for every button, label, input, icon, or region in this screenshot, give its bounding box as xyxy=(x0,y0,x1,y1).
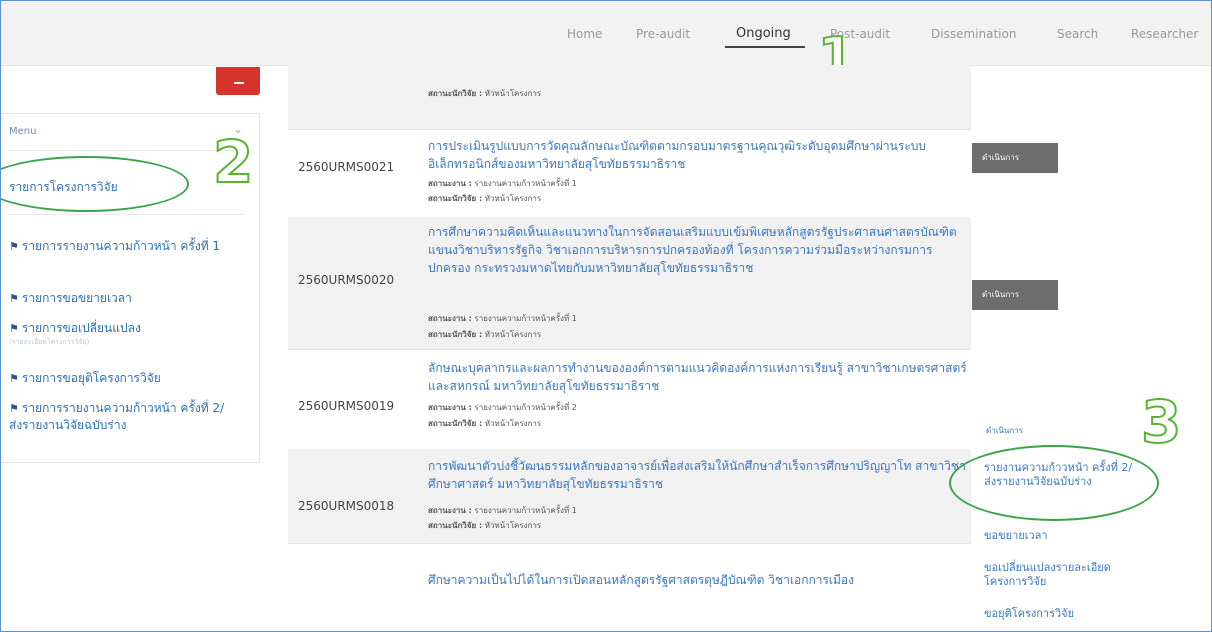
nav-home[interactable]: Home xyxy=(567,27,602,41)
highlight-ellipse xyxy=(949,445,1159,521)
flag-icon: ⚑ xyxy=(9,240,19,253)
sidebar-item-sublabel: (รายละเอียดโครงการวิจัย) xyxy=(9,338,90,346)
collapse-menu-button[interactable] xyxy=(216,67,260,95)
sidebar-item-terminate[interactable]: ⚑ รายการขอยุติโครงการวิจัย xyxy=(9,370,237,387)
divider xyxy=(9,150,245,151)
menu-label: Menu xyxy=(9,126,37,137)
table-row: 2560URMS0019 ลักษณะบุคลากรและผลการทำงานข… xyxy=(288,349,971,450)
nav-dissemination[interactable]: Dissemination xyxy=(931,27,1016,41)
project-code: 2560URMS0019 xyxy=(298,399,395,413)
dropdown-item-change[interactable]: ขอเปลี่ยนแปลงรายละเอียดโครงการวิจัย xyxy=(984,561,1134,589)
nav-ongoing[interactable]: Ongoing xyxy=(736,26,791,41)
annotation-2: 2 xyxy=(212,128,254,196)
project-code: 2560URMS0021 xyxy=(298,160,395,174)
flag-icon: ⚑ xyxy=(9,402,19,415)
nav-researcher[interactable]: Researcher xyxy=(1131,27,1198,41)
work-status: สถานะงาน : รายงานความก้าวหน้าครั้งที่ 1 xyxy=(428,314,577,323)
table-row: สถานะนักวิจัย : หัวหน้าโครงการ xyxy=(288,65,971,130)
sidebar-item-change-request[interactable]: ⚑ รายการขอเปลี่ยนแปลง xyxy=(9,320,237,337)
researcher-status: สถานะนักวิจัย : หัวหน้าโครงการ xyxy=(428,194,542,203)
project-title-link[interactable]: การศึกษาความคิดเห็นและแนวทางในการจัดสอนเ… xyxy=(428,223,968,277)
researcher-status: สถานะนักวิจัย : หัวหน้าโครงการ xyxy=(428,521,542,530)
nav-pre-audit[interactable]: Pre-audit xyxy=(636,27,690,41)
researcher-status: สถานะนักวิจัย : หัวหน้าโครงการ xyxy=(428,330,542,339)
divider xyxy=(9,214,245,215)
table-row: ศึกษาความเป็นไปได้ในการเปิดสอนหลักสูตรรั… xyxy=(288,543,971,631)
dropdown-item-terminate[interactable]: ขอยุติโครงการวิจัย xyxy=(984,607,1134,621)
flag-icon: ⚑ xyxy=(9,322,19,335)
work-status: สถานะงาน : รายงานความก้าวหน้าครั้งที่ 1 xyxy=(428,179,577,188)
sidebar-item-label: รายการขอยุติโครงการวิจัย xyxy=(21,371,161,385)
sidebar-item-label: รายการรายงานความก้าวหน้า ครั้งที่ 1 xyxy=(21,239,221,253)
flag-icon: ⚑ xyxy=(9,292,19,305)
action-button[interactable]: ดำเนินการ xyxy=(972,280,1058,310)
project-code: 2560URMS0020 xyxy=(298,273,395,287)
active-tab-underline xyxy=(725,46,805,48)
top-nav: Home Pre-audit Ongoing Post-audit Dissem… xyxy=(1,1,1211,66)
sidebar-item-label: รายการขอเปลี่ยนแปลง xyxy=(21,321,141,335)
researcher-status: สถานะนักวิจัย : หัวหน้าโครงการ xyxy=(428,419,542,428)
project-list: สถานะนักวิจัย : หัวหน้าโครงการ 2560URMS0… xyxy=(288,65,971,631)
table-row: 2560URMS0018 การพัฒนาตัวบ่งชี้วัฒนธรรมหล… xyxy=(288,449,971,544)
app-frame: Home Pre-audit Ongoing Post-audit Dissem… xyxy=(0,0,1212,632)
action-button[interactable]: ดำเนินการ xyxy=(972,143,1058,173)
dropdown-item-extension[interactable]: ขอขยายเวลา xyxy=(984,529,1134,543)
project-title-link[interactable]: ศึกษาความเป็นไปได้ในการเปิดสอนหลักสูตรรั… xyxy=(428,571,968,589)
sidebar-item-progress-report-2[interactable]: ⚑ รายการรายงานความก้าวหน้า ครั้งที่ 2/ส่ง… xyxy=(9,400,237,434)
researcher-status: สถานะนักวิจัย : หัวหน้าโครงการ xyxy=(428,89,542,98)
sidebar-item-progress-report-1[interactable]: ⚑ รายการรายงานความก้าวหน้า ครั้งที่ 1 xyxy=(9,238,237,255)
work-status: สถานะงาน : รายงานความก้าวหน้าครั้งที่ 2 xyxy=(428,403,577,412)
sidebar-item-label: รายการรายงานความก้าวหน้า ครั้งที่ 2/ส่งร… xyxy=(9,401,225,432)
table-row: 2560URMS0020 การศึกษาความคิดเห็นและแนวทา… xyxy=(288,217,971,350)
annotation-3: 3 xyxy=(1140,388,1182,456)
sidebar-item-extension[interactable]: ⚑ รายการขอขยายเวลา xyxy=(9,290,237,307)
table-row: 2560URMS0021 การประเมินรูปแบบการวัดคุณลั… xyxy=(288,129,971,218)
flag-icon: ⚑ xyxy=(9,372,19,385)
project-title-link[interactable]: ลักษณะบุคลากรและผลการทำงานขององค์การตามแ… xyxy=(428,359,968,395)
dropdown-header[interactable]: ดำเนินการ xyxy=(986,424,1023,437)
sidebar-item-label: รายการขอขยายเวลา xyxy=(21,291,132,305)
project-title-link[interactable]: การพัฒนาตัวบ่งชี้วัฒนธรรมหลักของอาจารย์เ… xyxy=(428,457,968,493)
chevron-down-icon xyxy=(234,76,244,84)
project-code: 2560URMS0018 xyxy=(298,499,395,513)
work-status: สถานะงาน : รายงานความก้าวหน้าครั้งที่ 1 xyxy=(428,506,577,515)
nav-search[interactable]: Search xyxy=(1057,27,1098,41)
project-title-link[interactable]: การประเมินรูปแบบการวัดคุณลักษณะบัณฑิตตาม… xyxy=(428,137,968,173)
